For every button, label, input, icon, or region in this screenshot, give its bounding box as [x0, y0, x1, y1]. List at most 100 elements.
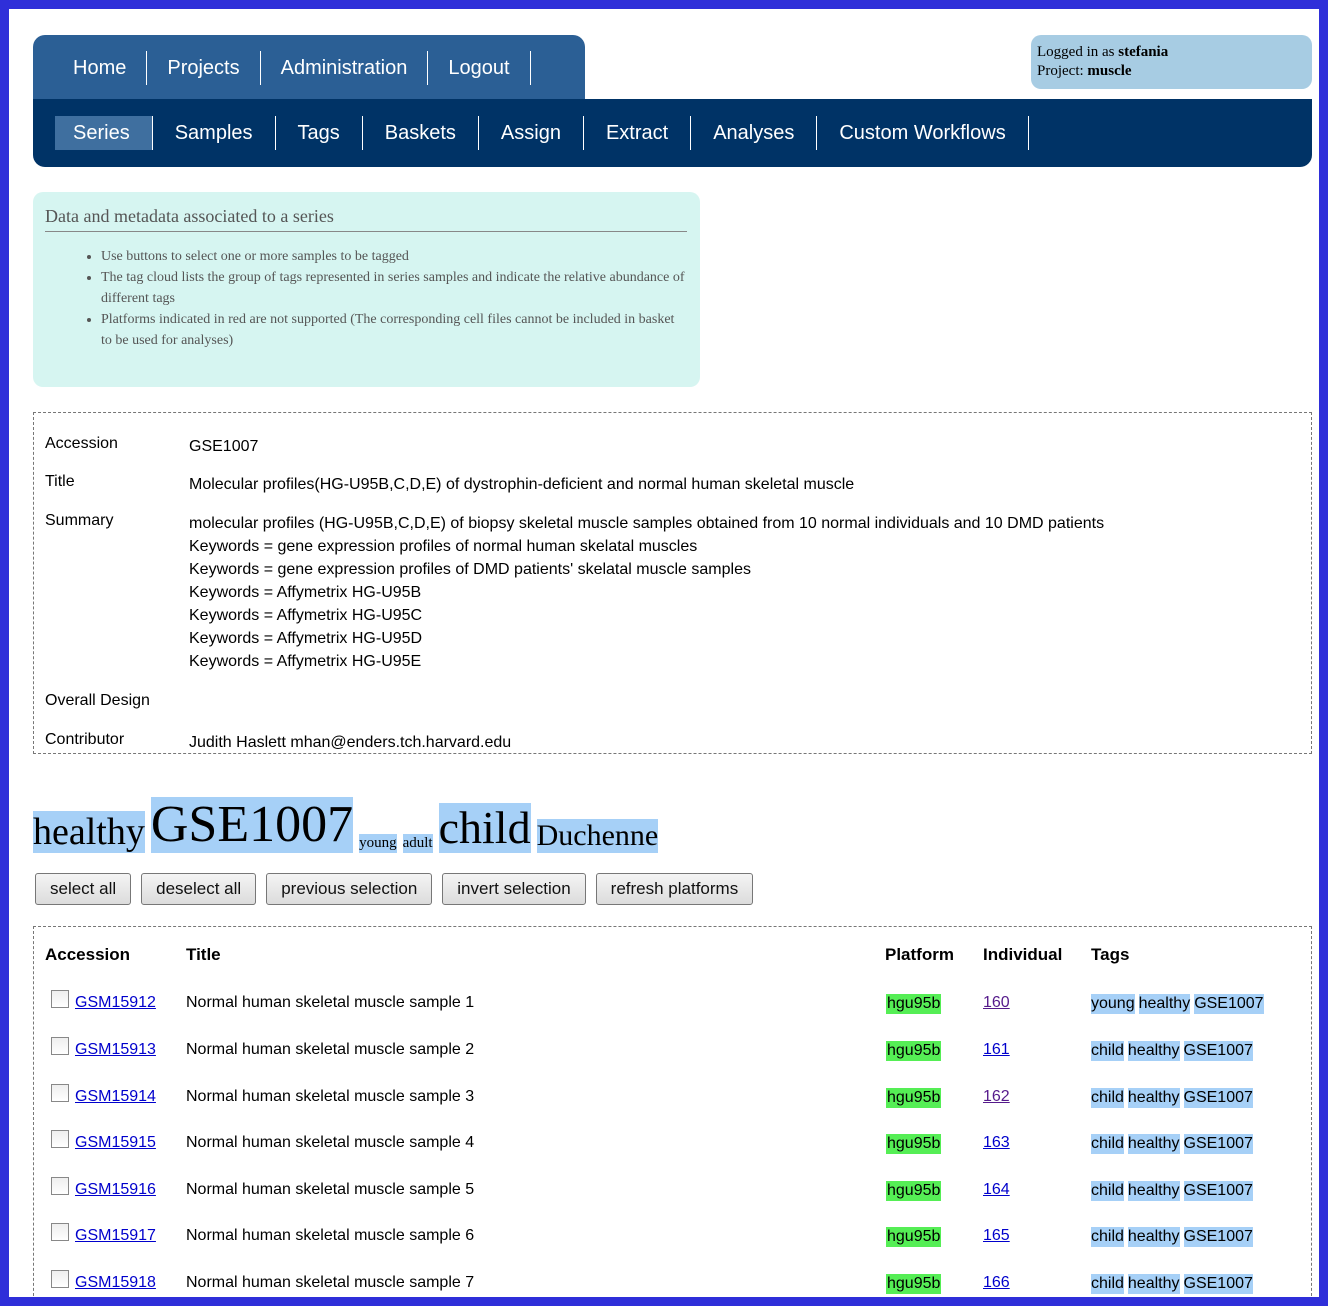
row-tags: child healthy GSE1007: [1091, 1181, 1253, 1201]
individual-link[interactable]: 161: [983, 1041, 1010, 1059]
individual-link[interactable]: 164: [983, 1181, 1010, 1199]
accession-link[interactable]: GSM15916: [75, 1181, 156, 1199]
title-label: Title: [45, 473, 75, 490]
table-row: GSM15915 Normal human skeletal muscle sa…: [34, 1130, 1304, 1174]
table-row: GSM15917 Normal human skeletal muscle sa…: [34, 1223, 1304, 1267]
summary-line: Keywords = Affymetrix HG-U95B: [189, 584, 422, 601]
row-tag: healthy: [1127, 1041, 1180, 1061]
nav-logout[interactable]: Logout: [428, 51, 531, 85]
row-tag: healthy: [1127, 1274, 1180, 1294]
nav-administration[interactable]: Administration: [261, 51, 429, 85]
subnav-assign[interactable]: Assign: [479, 116, 584, 150]
sub-nav: Series Samples Tags Baskets Assign Extra…: [33, 99, 1312, 167]
subnav-baskets[interactable]: Baskets: [363, 116, 479, 150]
cloud-tag-adult[interactable]: adult: [402, 834, 433, 853]
row-tag: healthy: [1127, 1227, 1180, 1247]
accession-label: Accession: [45, 435, 118, 452]
row-checkbox[interactable]: [51, 1177, 69, 1195]
row-tag: child: [1091, 1181, 1124, 1201]
info-heading: Data and metadata associated to a series: [45, 206, 687, 232]
nav-home[interactable]: Home: [55, 51, 148, 85]
table-row: GSM15916 Normal human skeletal muscle sa…: [34, 1177, 1304, 1221]
summary-label: Summary: [45, 512, 114, 529]
cloud-tag-duchenne[interactable]: Duchenne: [536, 819, 659, 853]
row-tags: young healthy GSE1007: [1091, 994, 1264, 1014]
cloud-tag-healthy[interactable]: healthy: [33, 811, 145, 853]
row-checkbox[interactable]: [51, 1223, 69, 1241]
platform-badge: hgu95b: [886, 1227, 942, 1247]
row-tag: child: [1091, 1041, 1124, 1061]
series-details: Accession GSE1007 Title Molecular profil…: [33, 412, 1312, 754]
row-checkbox[interactable]: [51, 1270, 69, 1288]
accession-link[interactable]: GSM15915: [75, 1134, 156, 1152]
summary-value: molecular profiles (HG-U95B,C,D,E) of bi…: [189, 512, 1289, 673]
row-tag: GSE1007: [1183, 1134, 1253, 1154]
cloud-tag-gse1007[interactable]: GSE1007: [150, 797, 354, 853]
subnav-tags[interactable]: Tags: [276, 116, 363, 150]
accession-link[interactable]: GSM15912: [75, 994, 156, 1012]
col-title: Title: [186, 945, 221, 964]
row-tag: healthy: [1127, 1088, 1180, 1108]
sample-title: Normal human skeletal muscle sample 7: [186, 1274, 475, 1291]
subnav-samples[interactable]: Samples: [153, 116, 276, 150]
individual-link[interactable]: 163: [983, 1134, 1010, 1152]
login-user: stefania: [1118, 44, 1169, 60]
platform-badge: hgu95b: [886, 1274, 942, 1294]
accession-value: GSE1007: [189, 438, 259, 455]
individual-link[interactable]: 162: [983, 1088, 1010, 1106]
previous-selection-button[interactable]: previous selection: [266, 873, 433, 905]
sample-title: Normal human skeletal muscle sample 3: [186, 1088, 475, 1105]
info-bullet: Use buttons to select one or more sample…: [101, 246, 688, 267]
individual-link[interactable]: 160: [983, 994, 1010, 1012]
sample-title: Normal human skeletal muscle sample 1: [186, 994, 475, 1011]
summary-line: Keywords = Affymetrix HG-U95D: [189, 630, 423, 647]
contributor-value: Judith Haslett mhan@enders.tch.harvard.e…: [189, 734, 512, 751]
refresh-platforms-button[interactable]: refresh platforms: [595, 873, 754, 905]
subnav-custom-workflows[interactable]: Custom Workflows: [817, 116, 1029, 150]
table-row: GSM15914 Normal human skeletal muscle sa…: [34, 1084, 1304, 1128]
platform-badge: hgu95b: [886, 1134, 942, 1154]
accession-link[interactable]: GSM15917: [75, 1227, 156, 1245]
row-tag: healthy: [1127, 1134, 1180, 1154]
cloud-tag-child[interactable]: child: [438, 803, 531, 853]
row-checkbox[interactable]: [51, 1037, 69, 1055]
row-tag: healthy: [1127, 1181, 1180, 1201]
cloud-tag-young[interactable]: young: [359, 834, 397, 853]
select-all-button[interactable]: select all: [35, 873, 132, 905]
accession-link[interactable]: GSM15918: [75, 1274, 156, 1292]
row-checkbox[interactable]: [51, 1084, 69, 1102]
summary-line: molecular profiles (HG-U95B,C,D,E) of bi…: [189, 515, 1105, 532]
tag-cloud: healthy GSE1007 young adult child Duchen…: [33, 791, 659, 853]
summary-line: Keywords = Affymetrix HG-U95C: [189, 607, 423, 624]
subnav-extract[interactable]: Extract: [584, 116, 692, 150]
selection-buttons: select all deselect all previous selecti…: [35, 873, 754, 905]
accession-link[interactable]: GSM15914: [75, 1088, 156, 1106]
project-prefix: Project:: [1037, 63, 1084, 79]
project-name: muscle: [1087, 63, 1132, 79]
individual-link[interactable]: 166: [983, 1274, 1010, 1292]
login-prefix: Logged in as: [1037, 44, 1115, 60]
row-tag: GSE1007: [1183, 1088, 1253, 1108]
row-tag: GSE1007: [1183, 1274, 1253, 1294]
sample-title: Normal human skeletal muscle sample 2: [186, 1041, 475, 1058]
invert-selection-button[interactable]: invert selection: [442, 873, 586, 905]
row-tag: child: [1091, 1274, 1124, 1294]
table-row: GSM15913 Normal human skeletal muscle sa…: [34, 1037, 1304, 1081]
sample-title: Normal human skeletal muscle sample 4: [186, 1134, 475, 1151]
nav-projects[interactable]: Projects: [147, 51, 261, 85]
summary-line: Keywords = gene expression profiles of n…: [189, 538, 698, 555]
row-checkbox[interactable]: [51, 1130, 69, 1148]
samples-table: Accession Title Platform Individual Tags…: [33, 926, 1312, 1297]
row-tags: child healthy GSE1007: [1091, 1227, 1253, 1247]
subnav-analyses[interactable]: Analyses: [691, 116, 818, 150]
subnav-series[interactable]: Series: [55, 116, 153, 150]
individual-link[interactable]: 165: [983, 1227, 1010, 1245]
col-tags: Tags: [1091, 945, 1130, 964]
row-checkbox[interactable]: [51, 990, 69, 1008]
row-tag: child: [1091, 1088, 1124, 1108]
accession-link[interactable]: GSM15913: [75, 1041, 156, 1059]
row-tags: child healthy GSE1007: [1091, 1041, 1253, 1061]
sample-title: Normal human skeletal muscle sample 6: [186, 1227, 475, 1244]
deselect-all-button[interactable]: deselect all: [141, 873, 257, 905]
row-tags: child healthy GSE1007: [1091, 1088, 1253, 1108]
